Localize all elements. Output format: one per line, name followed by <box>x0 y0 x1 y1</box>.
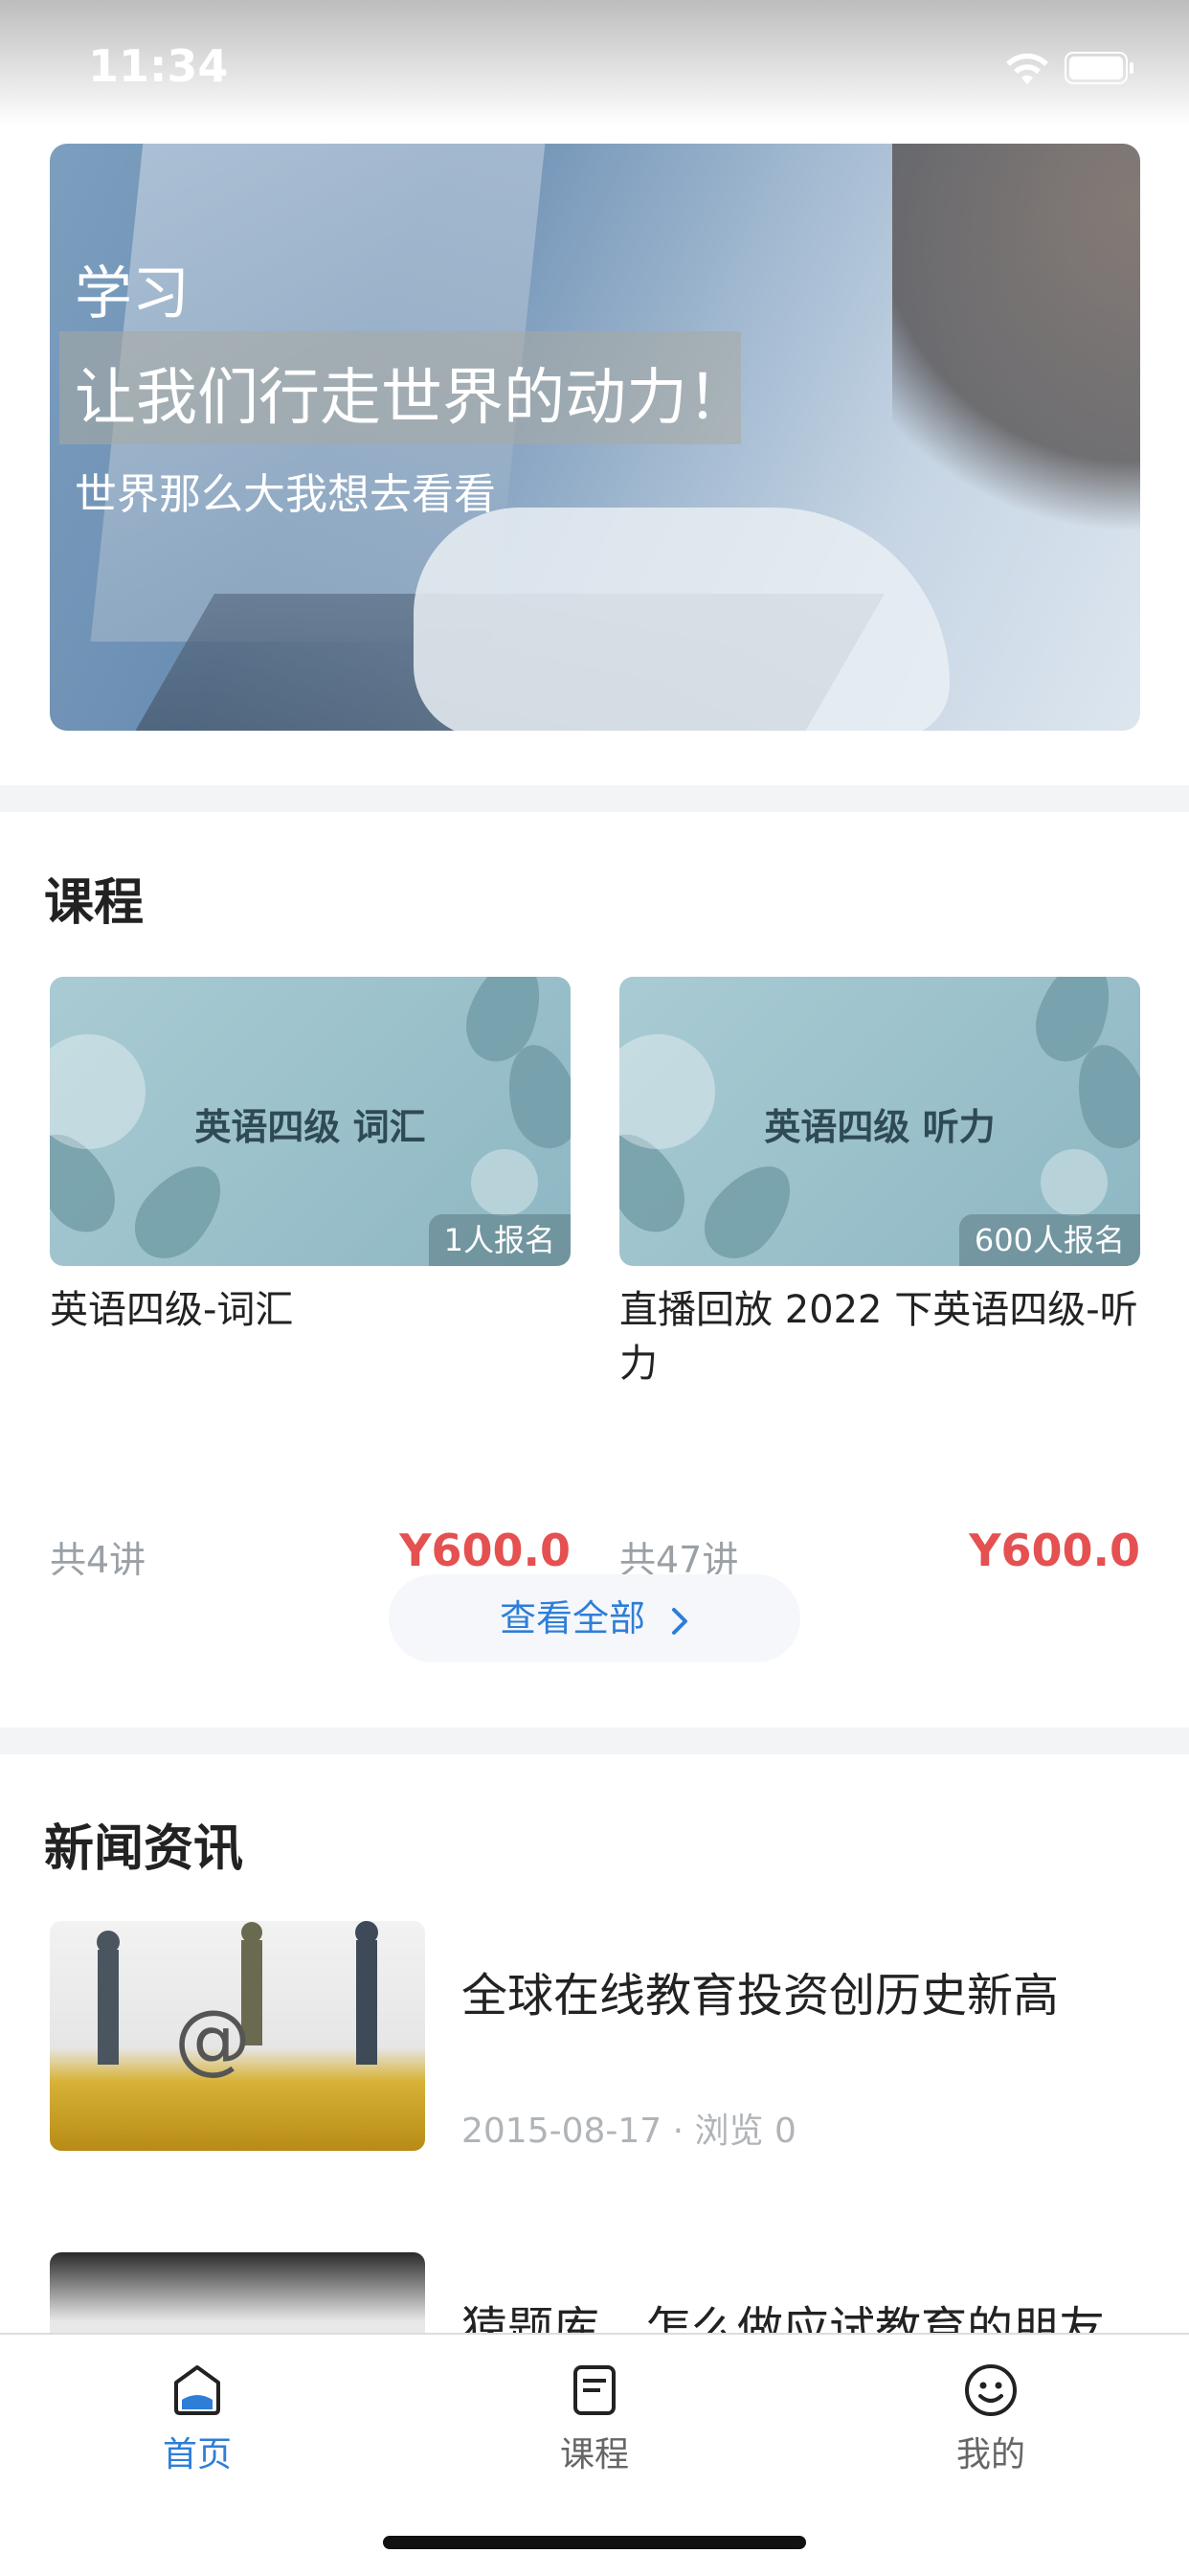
course-enroll-count: 600人报名 <box>958 1214 1140 1266</box>
tab-label: 我的 <box>955 2435 1025 2474</box>
home-icon <box>174 2365 220 2415</box>
banner-photo-hand <box>414 508 950 731</box>
hero-banner[interactable]: 学习 让我们行走世界的动力！ 世界那么大我想去看看 <box>50 144 1140 731</box>
view-all-label: 查看全部 <box>499 1597 645 1639</box>
course-thumbnail: 英语四级 词汇 1人报名 <box>50 977 571 1266</box>
news-section-title: 新闻资讯 <box>44 1820 244 1878</box>
section-divider <box>0 1728 1189 1754</box>
course-name: 直播回放 2022 下英语四级-听力 <box>619 1288 1138 1386</box>
course-price: Y600.0 <box>969 1525 1140 1576</box>
status-bar: 11:34 <box>0 0 1189 126</box>
news-thumbnail: @ <box>50 1921 425 2151</box>
tab-profile[interactable]: 我的 <box>895 2361 1087 2476</box>
course-name: 英语四级-词汇 <box>50 1288 294 1332</box>
view-all-button[interactable]: 查看全部 <box>389 1574 800 1662</box>
battery-icon <box>1065 52 1133 84</box>
course-icon <box>573 2365 616 2415</box>
course-thumb-title: 英语四级 词汇 <box>194 1106 426 1148</box>
course-card[interactable]: 英语四级 听力 600人报名 直播回放 2022 下英语四级-听力 共47讲 Y… <box>619 977 1140 1581</box>
course-thumbnail: 英语四级 听力 600人报名 <box>619 977 1140 1266</box>
course-lesson-count: 共4讲 <box>50 1539 146 1581</box>
section-divider <box>0 785 1189 812</box>
tab-home[interactable]: 首页 <box>101 2361 293 2476</box>
banner-title: 学习 <box>75 260 190 328</box>
status-time: 11:34 <box>88 40 229 92</box>
course-thumb-title: 英语四级 听力 <box>764 1106 996 1148</box>
home-indicator <box>383 2536 806 2549</box>
svg-text:@: @ <box>174 1994 251 2083</box>
wifi-icon <box>1006 53 1048 84</box>
tab-label: 首页 <box>162 2435 232 2474</box>
banner-headline: 让我们行走世界的动力！ <box>75 363 749 434</box>
courses-section-title: 课程 <box>44 874 145 932</box>
chevron-right-icon <box>672 1607 688 1635</box>
course-card[interactable]: 英语四级 词汇 1人报名 英语四级-词汇 共4讲 Y600.0 <box>50 977 571 1581</box>
news-item[interactable]: @ 全球在线教育投资创历史新高 2015-08-17 · 浏览 0 <box>50 1921 1140 2151</box>
tab-courses[interactable]: 课程 <box>499 2361 690 2476</box>
course-price: Y600.0 <box>399 1525 571 1576</box>
news-meta: 2015-08-17 · 浏览 0 <box>461 2112 796 2151</box>
profile-icon <box>965 2364 1017 2416</box>
banner-photo-person <box>892 144 1140 603</box>
news-title: 全球在线教育投资创历史新高 <box>461 1969 1060 2022</box>
banner-subtitle: 世界那么大我想去看看 <box>75 470 496 519</box>
course-enroll-count: 1人报名 <box>428 1214 571 1266</box>
tab-label: 课程 <box>559 2435 629 2474</box>
